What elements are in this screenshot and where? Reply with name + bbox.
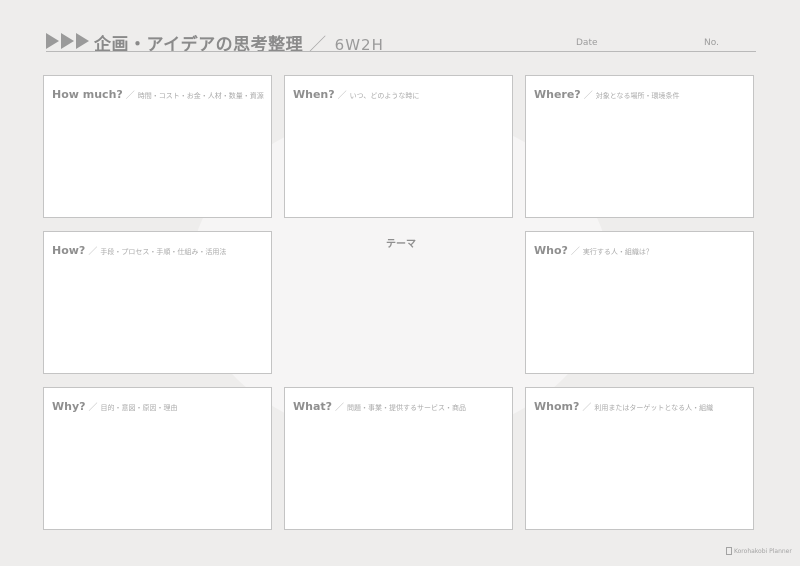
page-header: 企画・アイデアの思考整理／ 6W2H Date No. [46,30,756,55]
box-how[interactable]: How? ／手段・プロセス・手順・仕組み・活用法 [43,231,272,374]
brand-footer: Korohakobi Planner [726,547,792,555]
number-label: No. [704,38,719,48]
box-separator: ／ [337,91,347,101]
header-divider [46,51,756,52]
box-separator: ／ [335,403,345,413]
box-hint: 問題・事業・提供するサービス・商品 [347,404,467,412]
box-question: Why? [52,400,86,413]
title-separator: ／ [309,35,327,55]
title-text: 企画・アイデアの思考整理 [94,35,304,55]
box-separator: ／ [582,403,592,413]
box-hint: いつ、どのような時に [349,92,420,100]
box-question: What? [293,400,333,413]
box-hint: 利用またはターゲットとなる人・組織 [594,404,714,412]
box-question: Who? [534,244,568,257]
box-separator: ／ [125,91,135,101]
box-separator: ／ [88,403,98,413]
box-question: How much? [52,88,123,101]
box-separator: ／ [88,247,98,257]
pencil-note-icon [726,547,732,555]
box-hint: 手段・プロセス・手順・仕組み・活用法 [100,248,227,256]
box-question: How? [52,244,86,257]
box-question: Whom? [534,400,580,413]
box-separator: ／ [570,247,580,257]
box-why[interactable]: Why? ／目的・意図・原因・理由 [43,387,272,530]
box-hint: 対象となる場所・環境条件 [595,92,680,100]
box-question: When? [293,88,335,101]
box-where[interactable]: Where? ／対象となる場所・環境条件 [525,75,754,218]
box-separator: ／ [583,91,593,101]
triple-arrow-icon [46,33,89,49]
brand-name: Korohakobi Planner [734,547,792,555]
date-label: Date [576,38,598,48]
box-hint: 実行する人・組織は？ [582,248,653,256]
box-who[interactable]: Who? ／実行する人・組織は？ [525,231,754,374]
box-what[interactable]: What? ／問題・事業・提供するサービス・商品 [284,387,513,530]
box-when[interactable]: When? ／いつ、どのような時に [284,75,513,218]
box-hint: 時間・コスト・お金・人材・数量・資源 [137,92,264,100]
box-hint: 目的・意図・原因・理由 [100,404,178,412]
box-question: Where? [534,88,581,101]
theme-label: テーマ [386,239,416,250]
box-whom[interactable]: Whom? ／利用またはターゲットとなる人・組織 [525,387,754,530]
box-how-much[interactable]: How much? ／時間・コスト・お金・人材・数量・資源 [43,75,272,218]
